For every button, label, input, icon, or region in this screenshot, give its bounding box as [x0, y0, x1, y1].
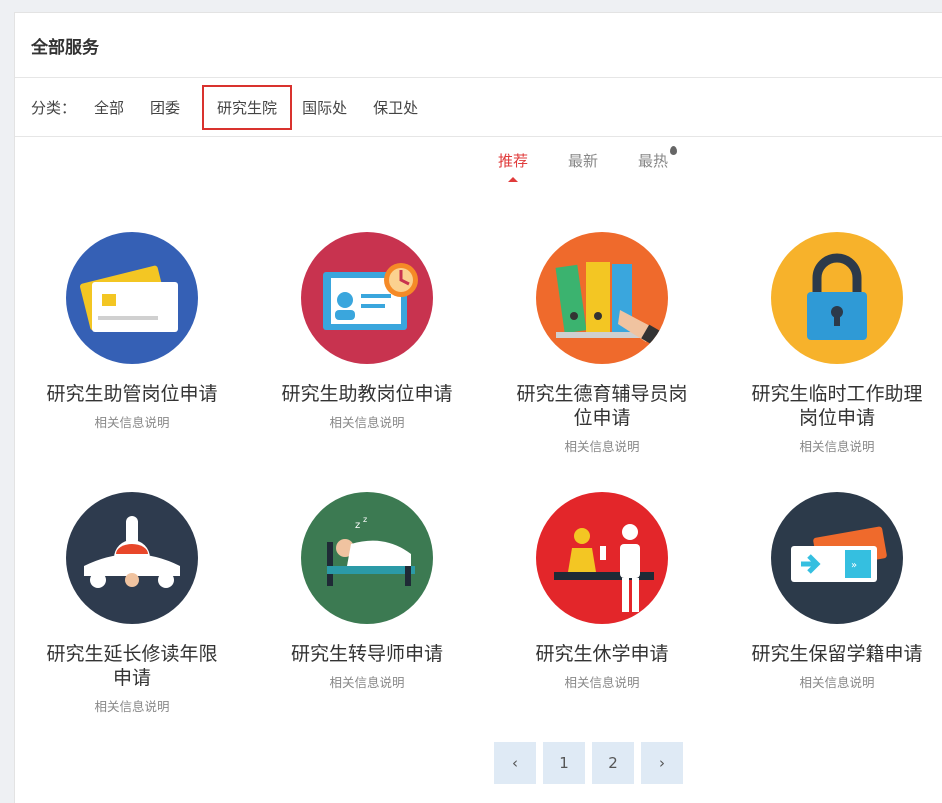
- service-card[interactable]: 研究生休学申请 相关信息说明: [492, 492, 712, 691]
- service-description: 相关信息说明: [94, 699, 170, 714]
- category-security-office[interactable]: 保卫处: [371, 97, 420, 118]
- tab-latest[interactable]: 最新: [568, 150, 598, 171]
- folders-icon: [536, 232, 668, 364]
- category-filter: 分类： 全部 团委 研究生院 国际处 保卫处: [15, 78, 942, 137]
- next-page-button[interactable]: ›: [641, 742, 683, 784]
- service-description: 相关信息说明: [564, 439, 640, 454]
- service-card[interactable]: 研究生德育辅导员岗位申请 相关信息说明: [492, 232, 712, 455]
- service-description: 相关信息说明: [329, 675, 405, 690]
- page-2-button[interactable]: 2: [592, 742, 634, 784]
- category-label: 分类：: [31, 98, 77, 117]
- service-description: 相关信息说明: [329, 415, 405, 430]
- tab-recommended[interactable]: 推荐: [498, 150, 528, 182]
- padlock-icon: [771, 232, 903, 364]
- id-card-icon: [66, 232, 198, 364]
- service-title: 研究生休学申请: [535, 643, 669, 665]
- service-description: 相关信息说明: [564, 675, 640, 690]
- reception-desk-icon: [536, 492, 668, 624]
- service-card[interactable]: 研究生临时工作助理岗位申请 相关信息说明: [727, 232, 942, 455]
- service-card[interactable]: z z 研究生转导师申请 相关信息说明: [257, 492, 477, 691]
- svg-text:z: z: [363, 515, 367, 524]
- flame-icon: [670, 146, 678, 155]
- prev-page-button[interactable]: ‹: [494, 742, 536, 784]
- service-title: 研究生转导师申请: [290, 643, 443, 665]
- service-description: 相关信息说明: [799, 675, 875, 690]
- pagination: ‹ 1 2 ›: [494, 742, 690, 784]
- category-all[interactable]: 全部: [92, 97, 126, 118]
- service-title: 研究生德育辅导员岗位申请: [516, 383, 688, 429]
- svg-text:»: »: [851, 560, 857, 571]
- service-description: 相关信息说明: [799, 439, 875, 454]
- sort-tabs: 推荐 最新 最热: [498, 146, 708, 182]
- page-1-button[interactable]: 1: [543, 742, 585, 784]
- service-title: 研究生临时工作助理岗位申请: [751, 383, 923, 429]
- category-graduate-school[interactable]: 研究生院: [202, 84, 293, 130]
- service-description: 相关信息说明: [94, 415, 170, 430]
- svg-text:z: z: [355, 520, 360, 531]
- service-card[interactable]: 研究生助管岗位申请 相关信息说明: [22, 232, 242, 431]
- category-international-office[interactable]: 国际处: [300, 97, 349, 118]
- service-card[interactable]: » 研究生保留学籍申请 相关信息说明: [727, 492, 942, 691]
- page-title: 全部服务: [31, 37, 99, 58]
- badge-clock-icon: [301, 232, 433, 364]
- category-youth-league[interactable]: 团委: [148, 97, 182, 118]
- service-title: 研究生保留学籍申请: [751, 643, 923, 665]
- service-title: 研究生延长修读年限申请: [46, 643, 218, 689]
- service-title: 研究生助管岗位申请: [46, 383, 218, 405]
- panel-header: 全部服务: [15, 13, 942, 78]
- service-card[interactable]: 研究生延长修读年限申请 相关信息说明: [22, 492, 242, 715]
- airplane-icon: [66, 492, 198, 624]
- service-title: 研究生助教岗位申请: [281, 383, 453, 405]
- sleeping-bed-icon: z z: [301, 492, 433, 624]
- service-card[interactable]: 研究生助教岗位申请 相关信息说明: [257, 232, 477, 431]
- ticket-icon: »: [771, 492, 903, 624]
- tab-hottest[interactable]: 最热: [638, 146, 678, 171]
